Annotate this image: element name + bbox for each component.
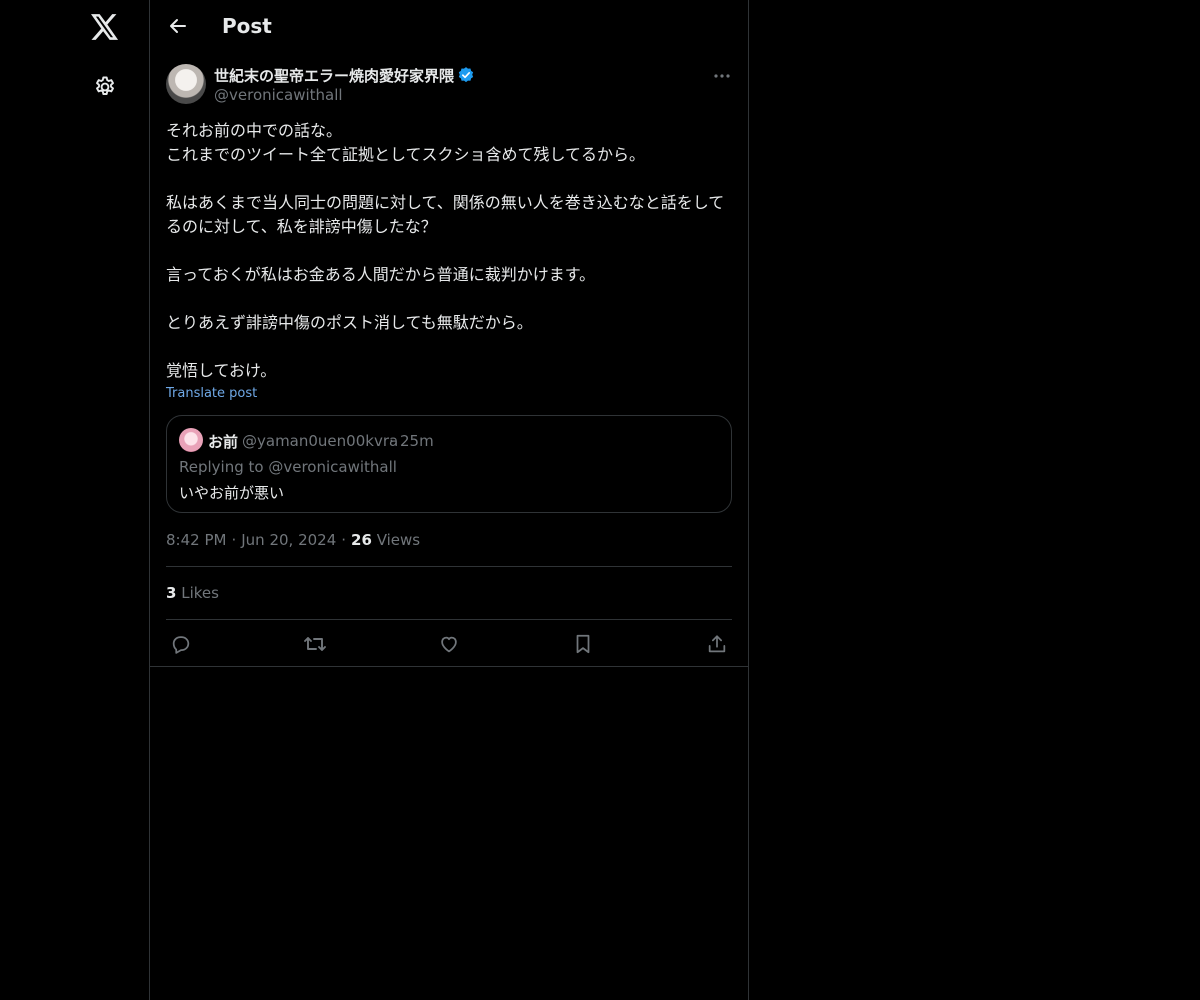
divider [166, 619, 732, 620]
separator-dot: · [389, 432, 394, 450]
separator-dot: · [231, 531, 237, 549]
post-actions [166, 626, 732, 662]
bookmark-icon[interactable] [565, 626, 601, 662]
verified-badge-icon [457, 66, 475, 84]
likes-stat[interactable]: 3 Likes [166, 584, 219, 602]
quoted-author-name: お前 [208, 433, 239, 451]
author-display-name[interactable]: 世紀末の聖帝エラー焼肉愛好家界隈 [214, 65, 454, 86]
post-header: Post [150, 0, 748, 54]
views-label: Views [376, 531, 421, 549]
quoted-post[interactable]: お前 @yaman0uen00kvra · 25m Replying to @v… [166, 415, 732, 513]
avatar[interactable] [166, 64, 206, 104]
likes-count: 3 [166, 584, 177, 602]
replying-to: Replying to @veronicawithall [179, 458, 397, 476]
likes-label: Likes [181, 584, 219, 602]
reply-icon[interactable] [163, 626, 199, 662]
x-logo-icon[interactable] [80, 2, 130, 52]
arrow-left-icon[interactable] [160, 8, 196, 44]
divider [166, 566, 732, 567]
views-count: 26 [351, 531, 372, 549]
divider [150, 666, 748, 667]
left-navigation [0, 0, 150, 1000]
post-author: 世紀末の聖帝エラー焼肉愛好家界隈 @veronicawithall [166, 64, 732, 108]
post-text: それお前の中での話な。 これまでのツイート全て証拠としてスクショ含めて残してるか… [166, 121, 725, 380]
post-date[interactable]: Jun 20, 2024 [241, 531, 336, 549]
share-icon[interactable] [699, 626, 735, 662]
quoted-post-text: いやお前が悪い [179, 484, 285, 502]
gear-icon[interactable] [80, 62, 130, 112]
quoted-post-time: 25m [400, 432, 434, 450]
avatar [179, 428, 203, 452]
heart-icon[interactable] [431, 626, 467, 662]
quoted-author-handle: @yaman0uen00kvra [242, 432, 399, 450]
author-handle[interactable]: @veronicawithall [214, 86, 343, 104]
translate-post-link[interactable]: Translate post [166, 386, 257, 401]
post-time[interactable]: 8:42 PM [166, 531, 226, 549]
post-detail-column: Post 世紀末の聖帝エラー焼肉愛好家界隈 @veronicawithall そ… [149, 0, 749, 1000]
page-title: Post [222, 14, 272, 38]
repost-icon[interactable] [297, 626, 333, 662]
post-meta: 8:42 PM · Jun 20, 2024 · 26 Views [166, 531, 420, 549]
more-options-icon[interactable] [710, 64, 734, 88]
separator-dot: · [341, 531, 347, 549]
